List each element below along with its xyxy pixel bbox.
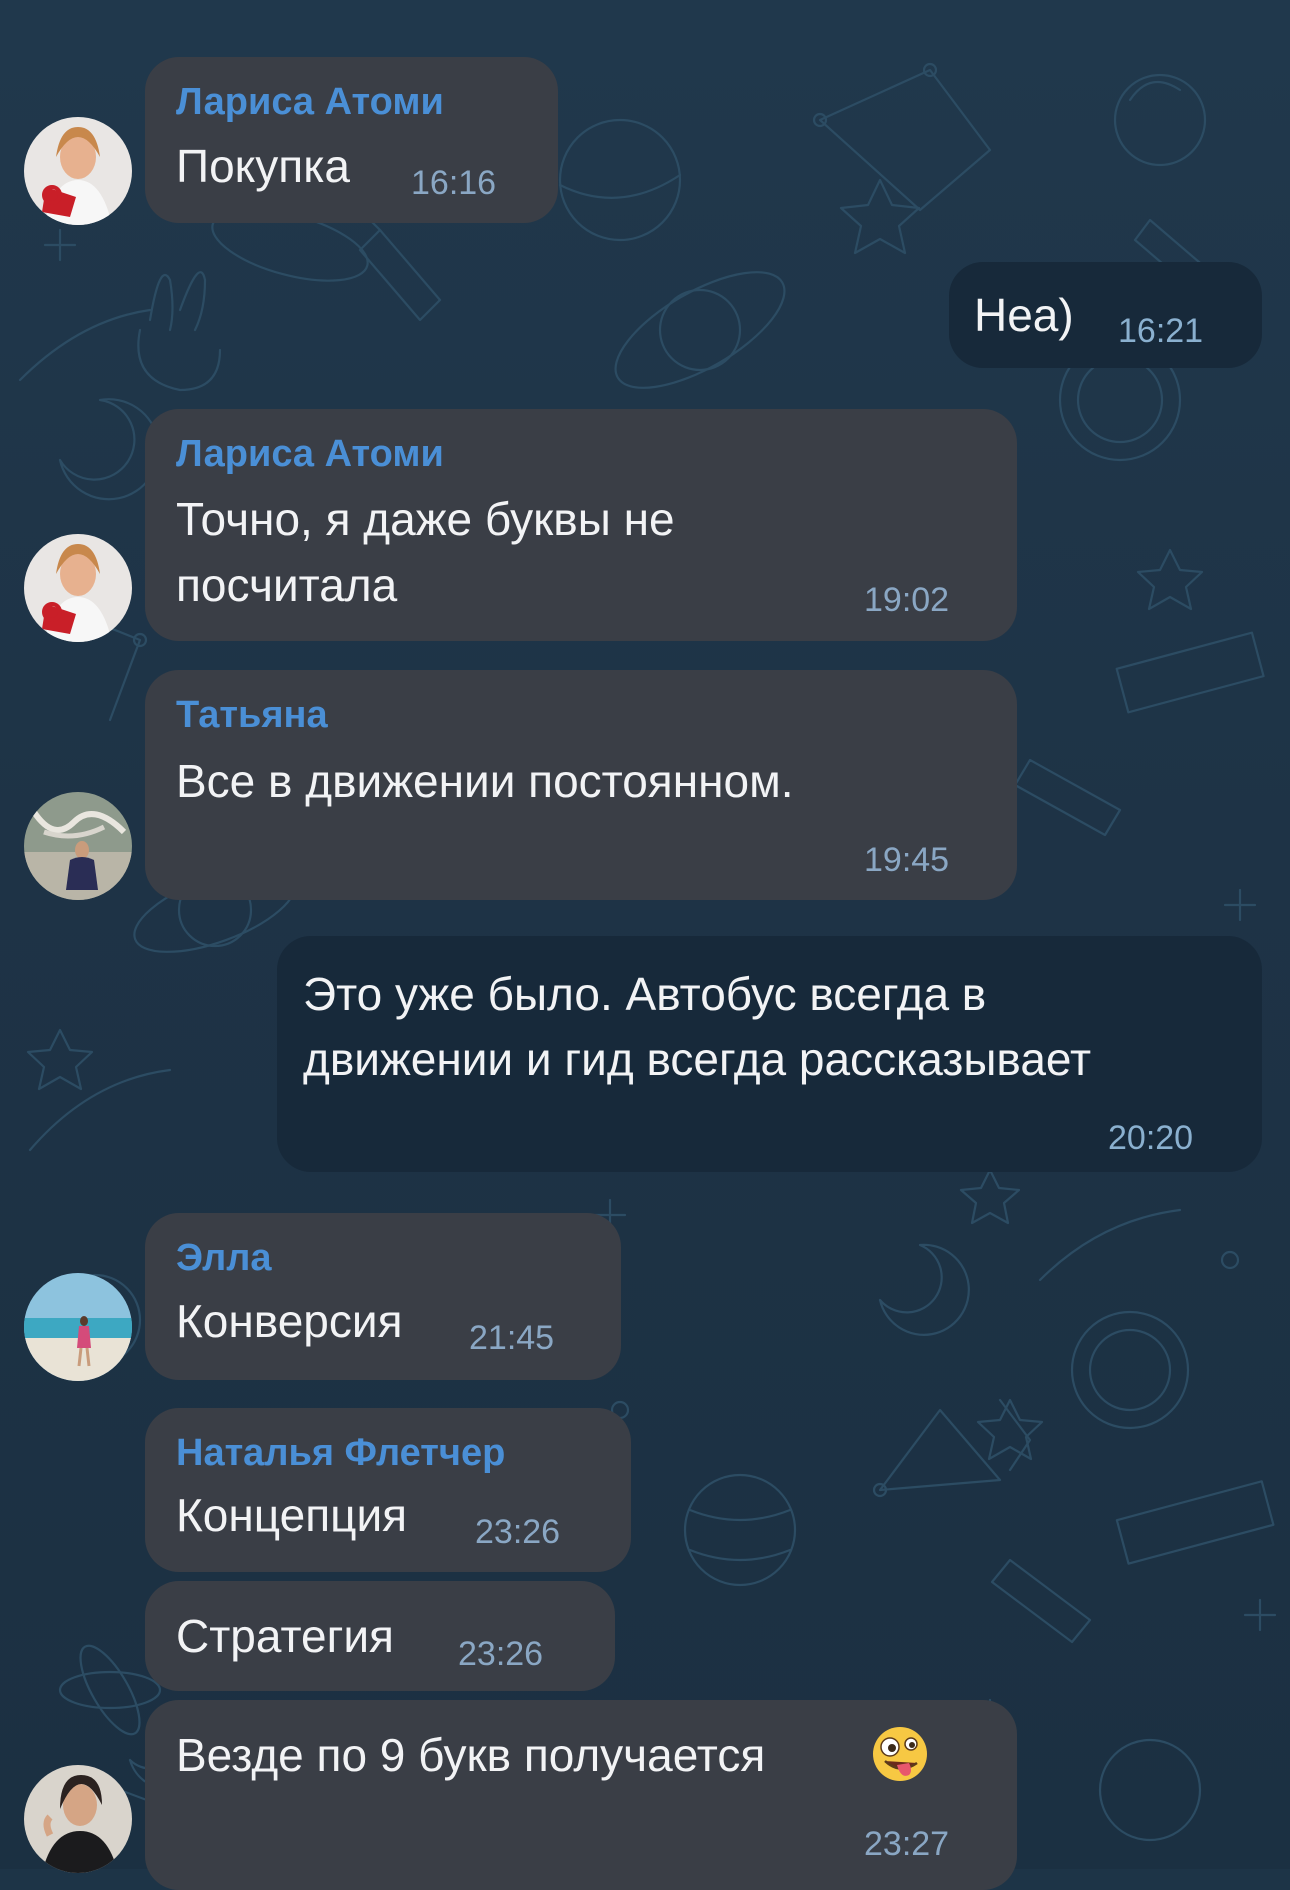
message-time: 19:02: [864, 581, 950, 619]
message-text-line: движении и гид всегда рассказывает: [303, 1033, 1092, 1085]
message-time: 21:45: [469, 1319, 555, 1357]
sender-name[interactable]: Наталья Флетчер: [176, 1432, 505, 1475]
sender-name[interactable]: Лариса Атоми: [176, 433, 444, 476]
message-text-line: посчитала: [176, 559, 398, 611]
avatar[interactable]: [24, 534, 132, 642]
message-time: 23:26: [458, 1635, 544, 1673]
message-text: Концепция: [176, 1489, 408, 1541]
message-text: Покупка: [176, 140, 350, 192]
message-text: Конверсия: [176, 1295, 403, 1347]
message-text: Неа): [974, 289, 1074, 341]
avatar-photo-icon: [24, 117, 132, 225]
message-time: 23:27: [864, 1825, 950, 1863]
message-bubble[interactable]: Везде по 9 букв получается 23:27: [145, 1700, 1017, 1890]
message-bubble[interactable]: Элла Конверсия 21:45: [145, 1213, 621, 1380]
message-time: 19:45: [864, 841, 950, 879]
message-text-line: Точно, я даже буквы не: [176, 493, 675, 545]
message-bubble[interactable]: Лариса Атоми Покупка 16:16: [145, 57, 558, 223]
message-text-line: Это уже было. Автобус всегда в: [303, 968, 987, 1020]
avatar-photo-icon: [24, 792, 132, 900]
message-time: 16:21: [1118, 312, 1204, 350]
avatar[interactable]: [24, 792, 132, 900]
message-time: 23:26: [475, 1513, 561, 1551]
message-text: Стратегия: [176, 1610, 394, 1662]
sender-name[interactable]: Элла: [176, 1237, 272, 1280]
message-text: Все в движении постоянном.: [176, 755, 794, 807]
sender-name[interactable]: Татьяна: [176, 694, 328, 737]
avatar[interactable]: [24, 117, 132, 225]
sender-name[interactable]: Лариса Атоми: [176, 81, 444, 124]
avatar-photo-icon: [24, 1273, 132, 1381]
message-bubble[interactable]: Лариса Атоми Точно, я даже буквы не посч…: [145, 409, 1017, 641]
avatar[interactable]: [24, 1273, 132, 1381]
message-time: 20:20: [1108, 1119, 1194, 1157]
message-bubble[interactable]: Стратегия 23:26: [145, 1581, 615, 1691]
message-bubble[interactable]: Наталья Флетчер Концепция 23:26: [145, 1408, 631, 1572]
avatar[interactable]: [24, 1765, 132, 1873]
avatar-photo-icon: [24, 1765, 132, 1873]
message-text: Везде по 9 букв получается: [176, 1729, 766, 1781]
message-bubble[interactable]: Татьяна Все в движении постоянном. 19:45: [145, 670, 1017, 900]
avatar-photo-icon: [24, 534, 132, 642]
message-bubble[interactable]: Неа) 16:21: [949, 262, 1262, 368]
message-time: 16:16: [411, 164, 497, 202]
message-bubble[interactable]: Это уже было. Автобус всегда в движении …: [277, 936, 1262, 1172]
zany-face-emoji: [873, 1727, 927, 1781]
